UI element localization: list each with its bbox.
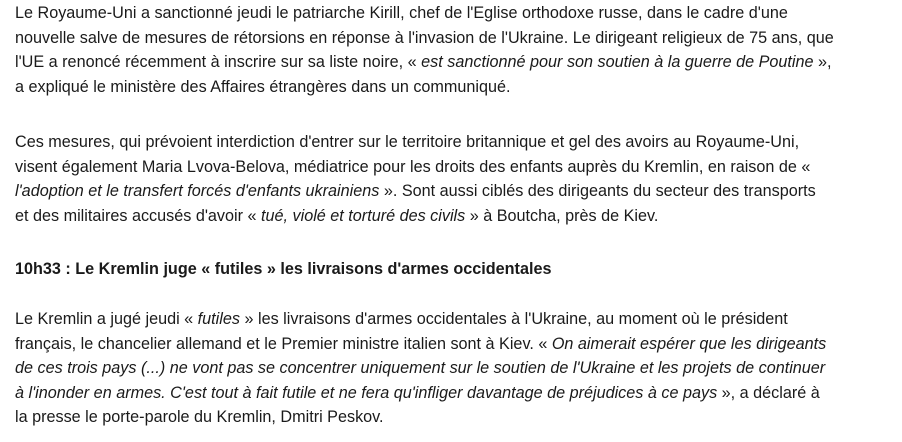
text-line: de ces trois pays (...) ne vont pas se c… (15, 356, 826, 381)
quote: On aimerait espérer que les dirigeants (551, 334, 827, 353)
text-line: l'adoption et le transfert forcés d'enfa… (15, 182, 816, 201)
quote: futiles (197, 310, 240, 328)
quote: est sanctionné pour son soutien à la gue… (421, 53, 814, 72)
text-line: à l'inonder en armes. C'est tout à fait … (15, 383, 820, 402)
paragraph-kremlin-futile: Le Kremlin a jugé jeudi « futiles » les … (15, 307, 826, 430)
text-line: la presse le porte-parole du Kremlin, Dm… (15, 408, 384, 427)
text-line: visent également Maria Lvova-Belova, méd… (15, 157, 811, 176)
paragraph-sanctions-measures: Ces mesures, qui prévoient interdiction … (15, 130, 816, 228)
text-line: Le Kremlin a jugé jeudi « futiles » les … (15, 310, 788, 328)
section-heading: 10h33 : Le Kremlin juge « futiles » les … (15, 260, 552, 278)
quote: tué, violé et torturé des civils (261, 206, 466, 225)
text-line: français, le chancelier allemand et le P… (15, 334, 827, 353)
text-line: Le Royaume-Uni a sanctionné jeudi le pat… (15, 4, 788, 22)
text-line: et des militaires accusés d'avoir « tué,… (15, 206, 659, 225)
text-line: l'UE a renoncé récemment à inscrire sur … (15, 53, 832, 72)
text-line: a expliqué le ministère des Affaires étr… (15, 77, 511, 96)
text-line: Ces mesures, qui prévoient interdiction … (15, 133, 800, 151)
paragraph-sanctions-kirill: Le Royaume-Uni a sanctionné jeudi le pat… (15, 1, 834, 99)
quote: l'adoption et le transfert forcés d'enfa… (15, 182, 380, 201)
quote: de ces trois pays (...) ne vont pas se c… (15, 359, 826, 378)
quote: à l'inonder en armes. C'est tout à fait … (15, 383, 718, 402)
text-line: nouvelle salve de mesures de rétorsions … (15, 28, 834, 47)
